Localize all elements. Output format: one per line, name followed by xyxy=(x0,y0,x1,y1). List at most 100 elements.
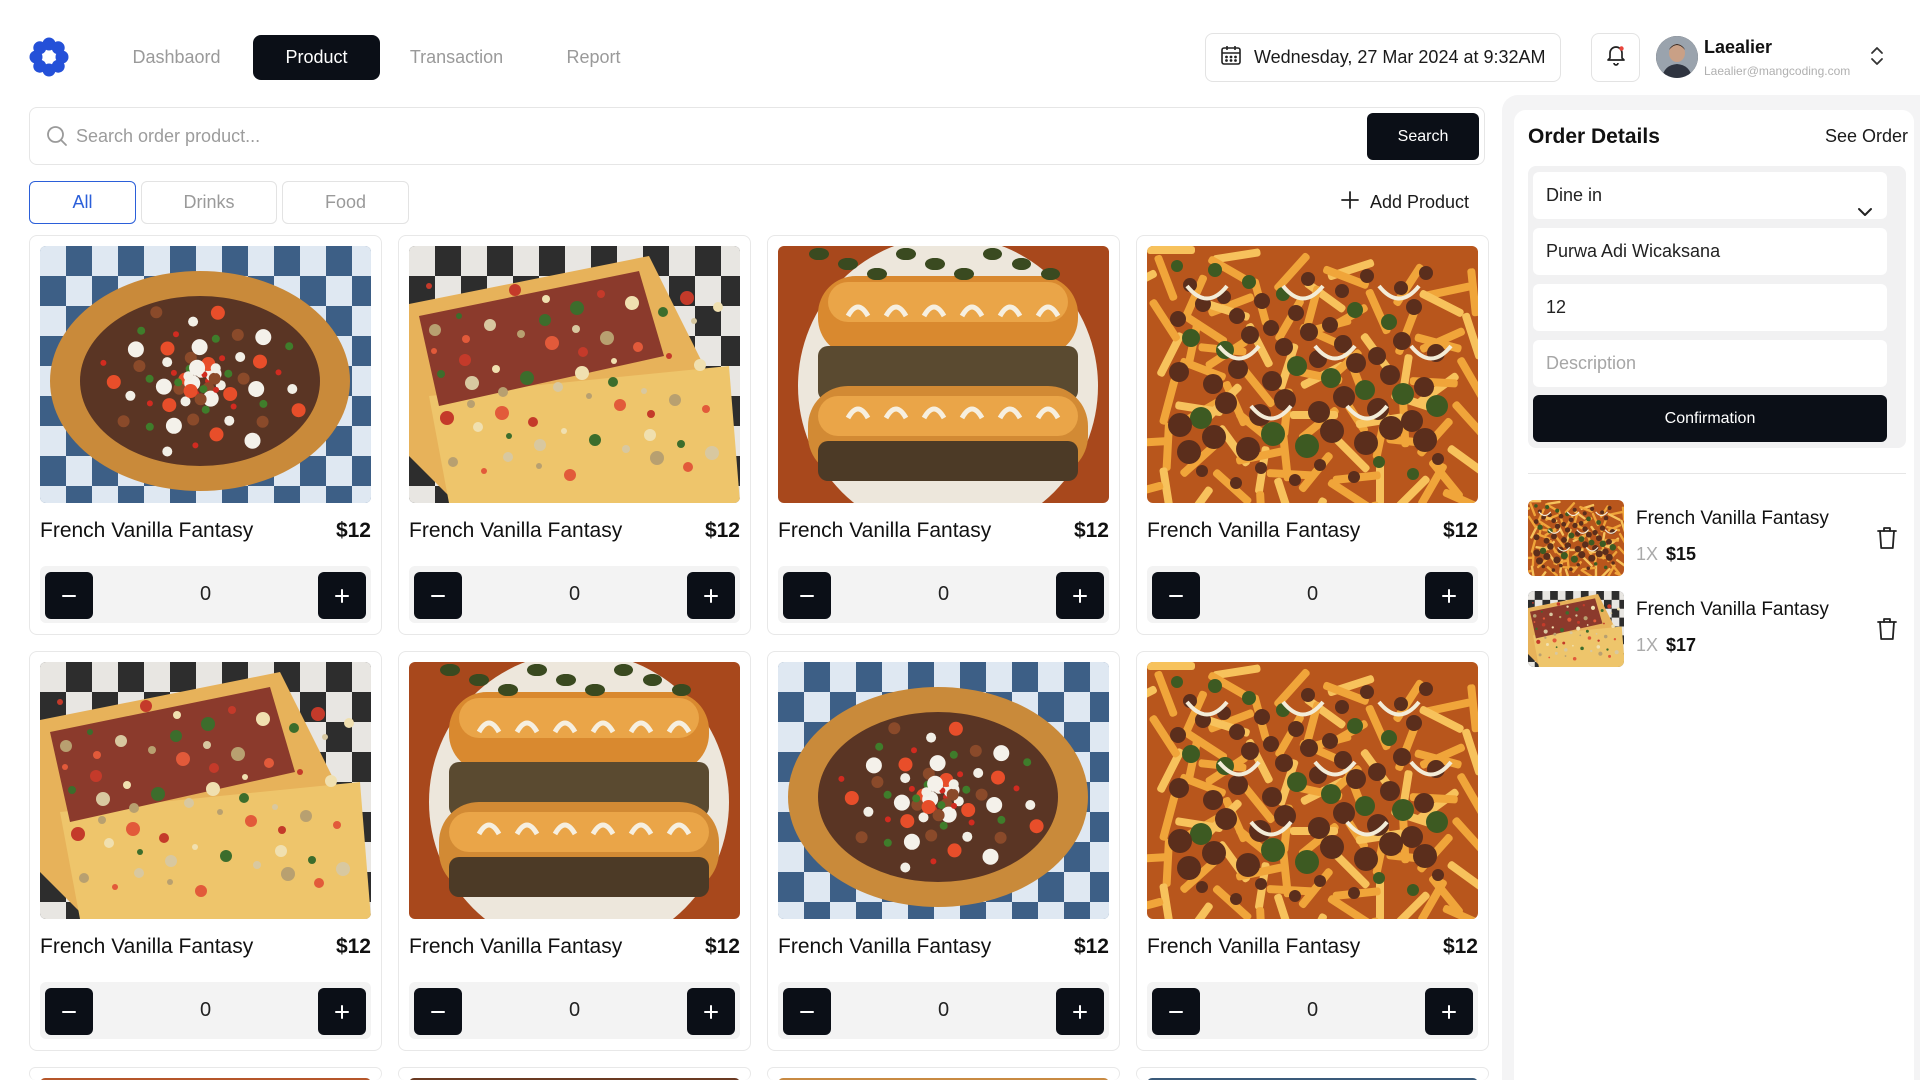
tab-report[interactable]: Report xyxy=(530,35,657,80)
product-price: $12 xyxy=(1073,935,1109,958)
quantity-stepper: 0 xyxy=(40,566,371,623)
decrease-button[interactable] xyxy=(414,572,462,619)
product-card[interactable]: French Vanilla Fantasy $12 0 xyxy=(767,235,1120,635)
increase-button[interactable] xyxy=(687,572,735,619)
product-image xyxy=(778,246,1109,503)
product-card[interactable] xyxy=(29,1067,382,1080)
increase-button[interactable] xyxy=(687,988,735,1035)
date-text: Wednesday, 27 Mar 2024 at 9:32AM xyxy=(1254,47,1546,67)
minus-icon xyxy=(800,1010,814,1013)
product-card[interactable]: French Vanilla Fantasy $12 0 xyxy=(29,651,382,1051)
order-item-qty: 1X xyxy=(1636,635,1659,655)
order-panel: Order Details See Order Dine in Purwa Ad… xyxy=(1514,110,1914,1080)
product-price: $12 xyxy=(335,519,371,542)
user-email: Laealier@mangcoding.com xyxy=(1704,64,1851,78)
avatar[interactable] xyxy=(1656,36,1698,78)
decrease-button[interactable] xyxy=(45,988,93,1035)
plus-icon xyxy=(335,588,349,603)
flower-logo-icon[interactable] xyxy=(28,36,70,78)
order-item: French Vanilla Fantasy 1X $15 xyxy=(1528,500,1906,576)
tab-product[interactable]: Product xyxy=(253,35,380,80)
product-card[interactable]: French Vanilla Fantasy $12 0 xyxy=(1136,235,1489,635)
search-icon xyxy=(46,125,68,152)
increase-button[interactable] xyxy=(1425,572,1473,619)
product-price: $12 xyxy=(704,935,740,958)
quantity-value: 0 xyxy=(937,999,950,1021)
customer-name-field[interactable]: Purwa Adi Wicaksana xyxy=(1533,228,1887,275)
decrease-button[interactable] xyxy=(45,572,93,619)
plus-icon xyxy=(1073,588,1087,603)
plus-icon xyxy=(704,1004,718,1019)
minus-icon xyxy=(1169,594,1183,597)
table-number-field[interactable]: 12 xyxy=(1533,284,1887,331)
see-order-link[interactable]: See Order xyxy=(1825,126,1908,147)
decrease-button[interactable] xyxy=(1152,988,1200,1035)
date-display[interactable]: Wednesday, 27 Mar 2024 at 9:32AM xyxy=(1205,33,1561,82)
trash-icon[interactable] xyxy=(1876,525,1898,556)
dine-option-value: Dine in xyxy=(1546,185,1603,205)
quantity-stepper: 0 xyxy=(778,566,1109,623)
decrease-button[interactable] xyxy=(783,572,831,619)
plus-icon xyxy=(1442,588,1456,603)
add-product-button[interactable]: Add Product xyxy=(1340,190,1469,215)
user-name: Laealier xyxy=(1704,37,1773,57)
quantity-value: 0 xyxy=(199,999,212,1021)
order-details-title: Order Details xyxy=(1528,125,1660,148)
product-card[interactable] xyxy=(767,1067,1120,1080)
quantity-value: 0 xyxy=(1306,999,1319,1021)
product-card[interactable]: French Vanilla Fantasy $12 0 xyxy=(29,235,382,635)
product-card[interactable]: French Vanilla Fantasy $12 0 xyxy=(398,235,751,635)
confirmation-button[interactable]: Confirmation xyxy=(1533,395,1887,442)
search-input[interactable] xyxy=(76,118,1076,154)
product-card[interactable] xyxy=(1136,1067,1489,1080)
product-card[interactable]: French Vanilla Fantasy $12 0 xyxy=(1136,651,1489,1051)
quantity-stepper: 0 xyxy=(409,982,740,1039)
product-name: French Vanilla Fantasy xyxy=(1147,519,1361,542)
filter-food[interactable]: Food xyxy=(282,181,409,224)
minus-icon xyxy=(800,594,814,597)
order-item-name: French Vanilla Fantasy xyxy=(1636,599,1829,620)
tab-dashboard[interactable]: Dashbaord xyxy=(113,35,240,80)
filter-drinks[interactable]: Drinks xyxy=(141,181,277,224)
product-card[interactable] xyxy=(398,1067,751,1080)
quantity-value: 0 xyxy=(568,999,581,1021)
quantity-value: 0 xyxy=(199,583,212,605)
description-field[interactable]: Description xyxy=(1533,340,1887,387)
increase-button[interactable] xyxy=(1056,572,1104,619)
filter-all[interactable]: All xyxy=(29,181,136,224)
search-bar: Search xyxy=(29,107,1485,165)
product-name: French Vanilla Fantasy xyxy=(778,519,992,542)
product-name: French Vanilla Fantasy xyxy=(409,935,623,958)
search-button[interactable]: Search xyxy=(1367,113,1479,160)
tab-transaction[interactable]: Transaction xyxy=(393,35,520,80)
product-image xyxy=(1147,662,1478,919)
quantity-value: 0 xyxy=(937,583,950,605)
quantity-value: 0 xyxy=(1306,583,1319,605)
quantity-stepper: 0 xyxy=(1147,982,1478,1039)
product-image xyxy=(409,662,740,919)
product-card[interactable]: French Vanilla Fantasy $12 0 xyxy=(398,651,751,1051)
order-item-image xyxy=(1528,500,1624,576)
decrease-button[interactable] xyxy=(783,988,831,1035)
decrease-button[interactable] xyxy=(414,988,462,1035)
plus-icon xyxy=(335,1004,349,1019)
increase-button[interactable] xyxy=(318,572,366,619)
product-name: French Vanilla Fantasy xyxy=(40,935,254,958)
divider xyxy=(1528,473,1906,474)
product-card[interactable]: French Vanilla Fantasy $12 0 xyxy=(767,651,1120,1051)
dine-option-select[interactable]: Dine in xyxy=(1533,172,1887,219)
notification-button[interactable] xyxy=(1591,33,1640,82)
plus-icon xyxy=(1073,1004,1087,1019)
increase-button[interactable] xyxy=(1425,988,1473,1035)
minus-icon xyxy=(62,1010,76,1013)
top-bar: Dashbaord Product Transaction Report Wed… xyxy=(0,0,1920,108)
quantity-stepper: 0 xyxy=(1147,566,1478,623)
trash-icon[interactable] xyxy=(1876,616,1898,647)
increase-button[interactable] xyxy=(318,988,366,1035)
increase-button[interactable] xyxy=(1056,988,1104,1035)
chevron-updown-icon[interactable] xyxy=(1870,46,1884,71)
order-item-name: French Vanilla Fantasy xyxy=(1636,508,1829,529)
decrease-button[interactable] xyxy=(1152,572,1200,619)
plus-icon xyxy=(1442,1004,1456,1019)
product-image xyxy=(778,662,1109,919)
